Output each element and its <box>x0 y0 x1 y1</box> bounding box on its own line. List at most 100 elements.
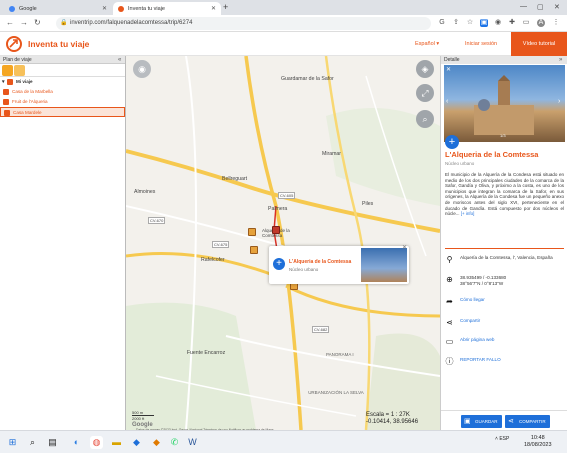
tray-chevron-icon[interactable]: ˄ <box>495 436 498 442</box>
bookmark-star-icon[interactable]: ☆ <box>466 19 474 27</box>
layers-icon[interactable]: ◈ <box>416 60 434 78</box>
popup-subtitle: Núcleo urbano <box>289 267 319 272</box>
map-label: Piles <box>362 201 374 207</box>
map-marker[interactable] <box>250 246 258 254</box>
report-link[interactable]: REPORTAR FALLO <box>460 357 501 363</box>
url-field[interactable]: 🔒 inventrip.com/falquenadelacomtessa/tri… <box>56 17 431 30</box>
whatsapp-icon[interactable]: ✆ <box>168 436 181 449</box>
language-selector[interactable]: Español ▾ <box>415 41 439 47</box>
tab-title: Google <box>19 5 37 12</box>
tree-item-place-selected[interactable]: Casa Mardele <box>0 107 125 117</box>
save-button[interactable]: ▣ GUARDAR <box>461 415 502 428</box>
clock-date: 18/08/2023 <box>524 442 552 448</box>
place-icon <box>3 89 9 95</box>
tree-root-label: Mi viaje <box>16 79 33 84</box>
google-favicon-icon <box>9 5 15 12</box>
app-icon[interactable]: ◆ <box>150 436 163 449</box>
eye-visibility-icon[interactable]: ◉ <box>133 60 151 78</box>
lock-icon: 🔒 <box>60 20 68 26</box>
folder-tool-icon[interactable] <box>2 65 13 76</box>
system-tray[interactable]: ˄ ESP <box>495 436 509 442</box>
close-popup-icon[interactable]: ✕ <box>402 244 407 251</box>
google-icon[interactable]: G <box>438 19 446 27</box>
map-canvas[interactable]: Guardamar de la Safor Miramar Bellreguar… <box>126 56 440 430</box>
share-icon: ⋖ <box>508 418 514 425</box>
fullscreen-icon[interactable]: ⤢ <box>416 84 434 102</box>
share-button[interactable]: ⋖ COMPARTIR <box>505 415 550 428</box>
map-label: Palmera <box>268 206 288 212</box>
road-shield: CV-605 <box>278 192 296 199</box>
share-page-icon[interactable]: ⇪ <box>452 19 460 27</box>
close-tab-icon[interactable]: ✕ <box>211 5 216 12</box>
tree-item-place[interactable]: Casa de la Marbella <box>0 87 125 97</box>
coords-dms: 38°56'7"N / 0°8'13"W <box>460 280 504 286</box>
save-button-label: GUARDAR <box>475 419 498 424</box>
next-photo-icon[interactable]: › <box>558 98 560 105</box>
tab-google[interactable]: Google ✕ <box>4 2 112 15</box>
new-tab-button[interactable]: + <box>223 2 228 12</box>
clock[interactable]: 10:48 18/08/2023 <box>524 435 552 449</box>
language-indicator[interactable]: ESP <box>499 436 509 442</box>
window-close-icon[interactable]: ✕ <box>554 3 560 11</box>
warning-icon: ⓘ <box>445 357 454 366</box>
popup-thumbnail[interactable] <box>361 248 407 282</box>
church-photo-drawing <box>474 75 534 135</box>
window-maximize-icon[interactable]: ▢ <box>537 3 544 11</box>
lightbulb-tool-icon[interactable] <box>14 65 25 76</box>
search-icon[interactable]: ⌕ <box>416 110 434 128</box>
map-scale-bar: 500 m 2000 ft <box>132 410 154 421</box>
tree-item-place[interactable]: Fruit de l'Alqueria <box>0 97 125 107</box>
close-photo-icon[interactable]: ✕ <box>446 66 451 73</box>
place-photo[interactable]: ✕ ‹ › 1/3 <box>444 65 565 142</box>
directions-icon: ➦ <box>446 297 453 306</box>
edge-icon[interactable]: ◐ <box>70 436 83 449</box>
map-marker[interactable] <box>248 228 256 236</box>
collapse-panel-icon[interactable]: « <box>118 56 121 64</box>
profile-avatar-icon[interactable]: A <box>537 19 545 27</box>
place-subtitle: Núcleo urbano <box>445 161 475 166</box>
brand-title[interactable]: Inventa tu viaje <box>28 39 89 49</box>
back-icon[interactable]: ← <box>6 18 14 28</box>
add-to-trip-icon[interactable]: + <box>273 258 285 270</box>
add-to-trip-icon[interactable]: + <box>445 135 459 149</box>
location-pin-icon: ⚲ <box>446 255 453 264</box>
trip-plan-title: Plan de viaje <box>3 57 32 63</box>
popup-title[interactable]: L'Alqueria de la Comtessa <box>289 259 351 265</box>
collapse-panel-icon[interactable]: » <box>559 56 562 64</box>
word-icon[interactable]: W <box>186 436 199 449</box>
tree-item-label: Casa de la Marbella <box>12 89 53 94</box>
inventrip-logo-icon[interactable] <box>6 36 22 52</box>
open-web-link[interactable]: Abrir página web <box>460 337 494 343</box>
video-tutorial-button[interactable]: Vídeo tutorial <box>511 32 567 56</box>
more-info-link[interactable]: [+ info] <box>461 211 475 216</box>
search-icon[interactable]: ⌕ <box>26 436 39 449</box>
task-view-icon[interactable]: ▤ <box>46 436 59 449</box>
browser-menu-icon[interactable]: ⋮ <box>552 19 560 27</box>
windows-start-icon[interactable]: ⊞ <box>6 436 19 449</box>
login-link[interactable]: Iniciar sesión <box>465 41 497 47</box>
divider <box>445 248 564 249</box>
puzzle-extensions-icon[interactable]: ✚ <box>508 19 516 27</box>
reload-icon[interactable]: ↻ <box>34 18 41 28</box>
map-popup[interactable]: + L'Alqueria de la Comtessa Núcleo urban… <box>269 244 409 284</box>
close-tab-icon[interactable]: ✕ <box>102 5 107 12</box>
expand-arrow-icon[interactable]: ▾ <box>2 77 5 87</box>
map-label: Miramar <box>322 151 342 157</box>
window-minimize-icon[interactable]: — <box>520 3 527 10</box>
map-roads <box>126 56 440 430</box>
prev-photo-icon[interactable]: ‹ <box>446 98 448 105</box>
tree-root-my-trip[interactable]: ▾ Mi viaje <box>0 77 125 87</box>
file-explorer-icon[interactable]: ▬ <box>110 436 123 449</box>
app-icon[interactable]: ◆ <box>130 436 143 449</box>
share-link[interactable]: Compartir <box>460 318 480 324</box>
inventrip-favicon-icon <box>118 5 124 12</box>
map-marker-selected[interactable] <box>272 226 280 234</box>
tab-inventa[interactable]: Inventa tu viaje ✕ <box>113 2 221 15</box>
camera-extension-icon[interactable]: ◉ <box>494 19 502 27</box>
clock-time: 10:48 <box>530 435 545 441</box>
chrome-icon[interactable]: ◍ <box>90 436 103 449</box>
forward-icon[interactable]: → <box>20 18 28 28</box>
directions-link[interactable]: Cómo llegar <box>460 297 485 303</box>
extension-icon[interactable]: ▣ <box>480 19 488 27</box>
sidebar-icon[interactable]: ▭ <box>522 19 530 27</box>
